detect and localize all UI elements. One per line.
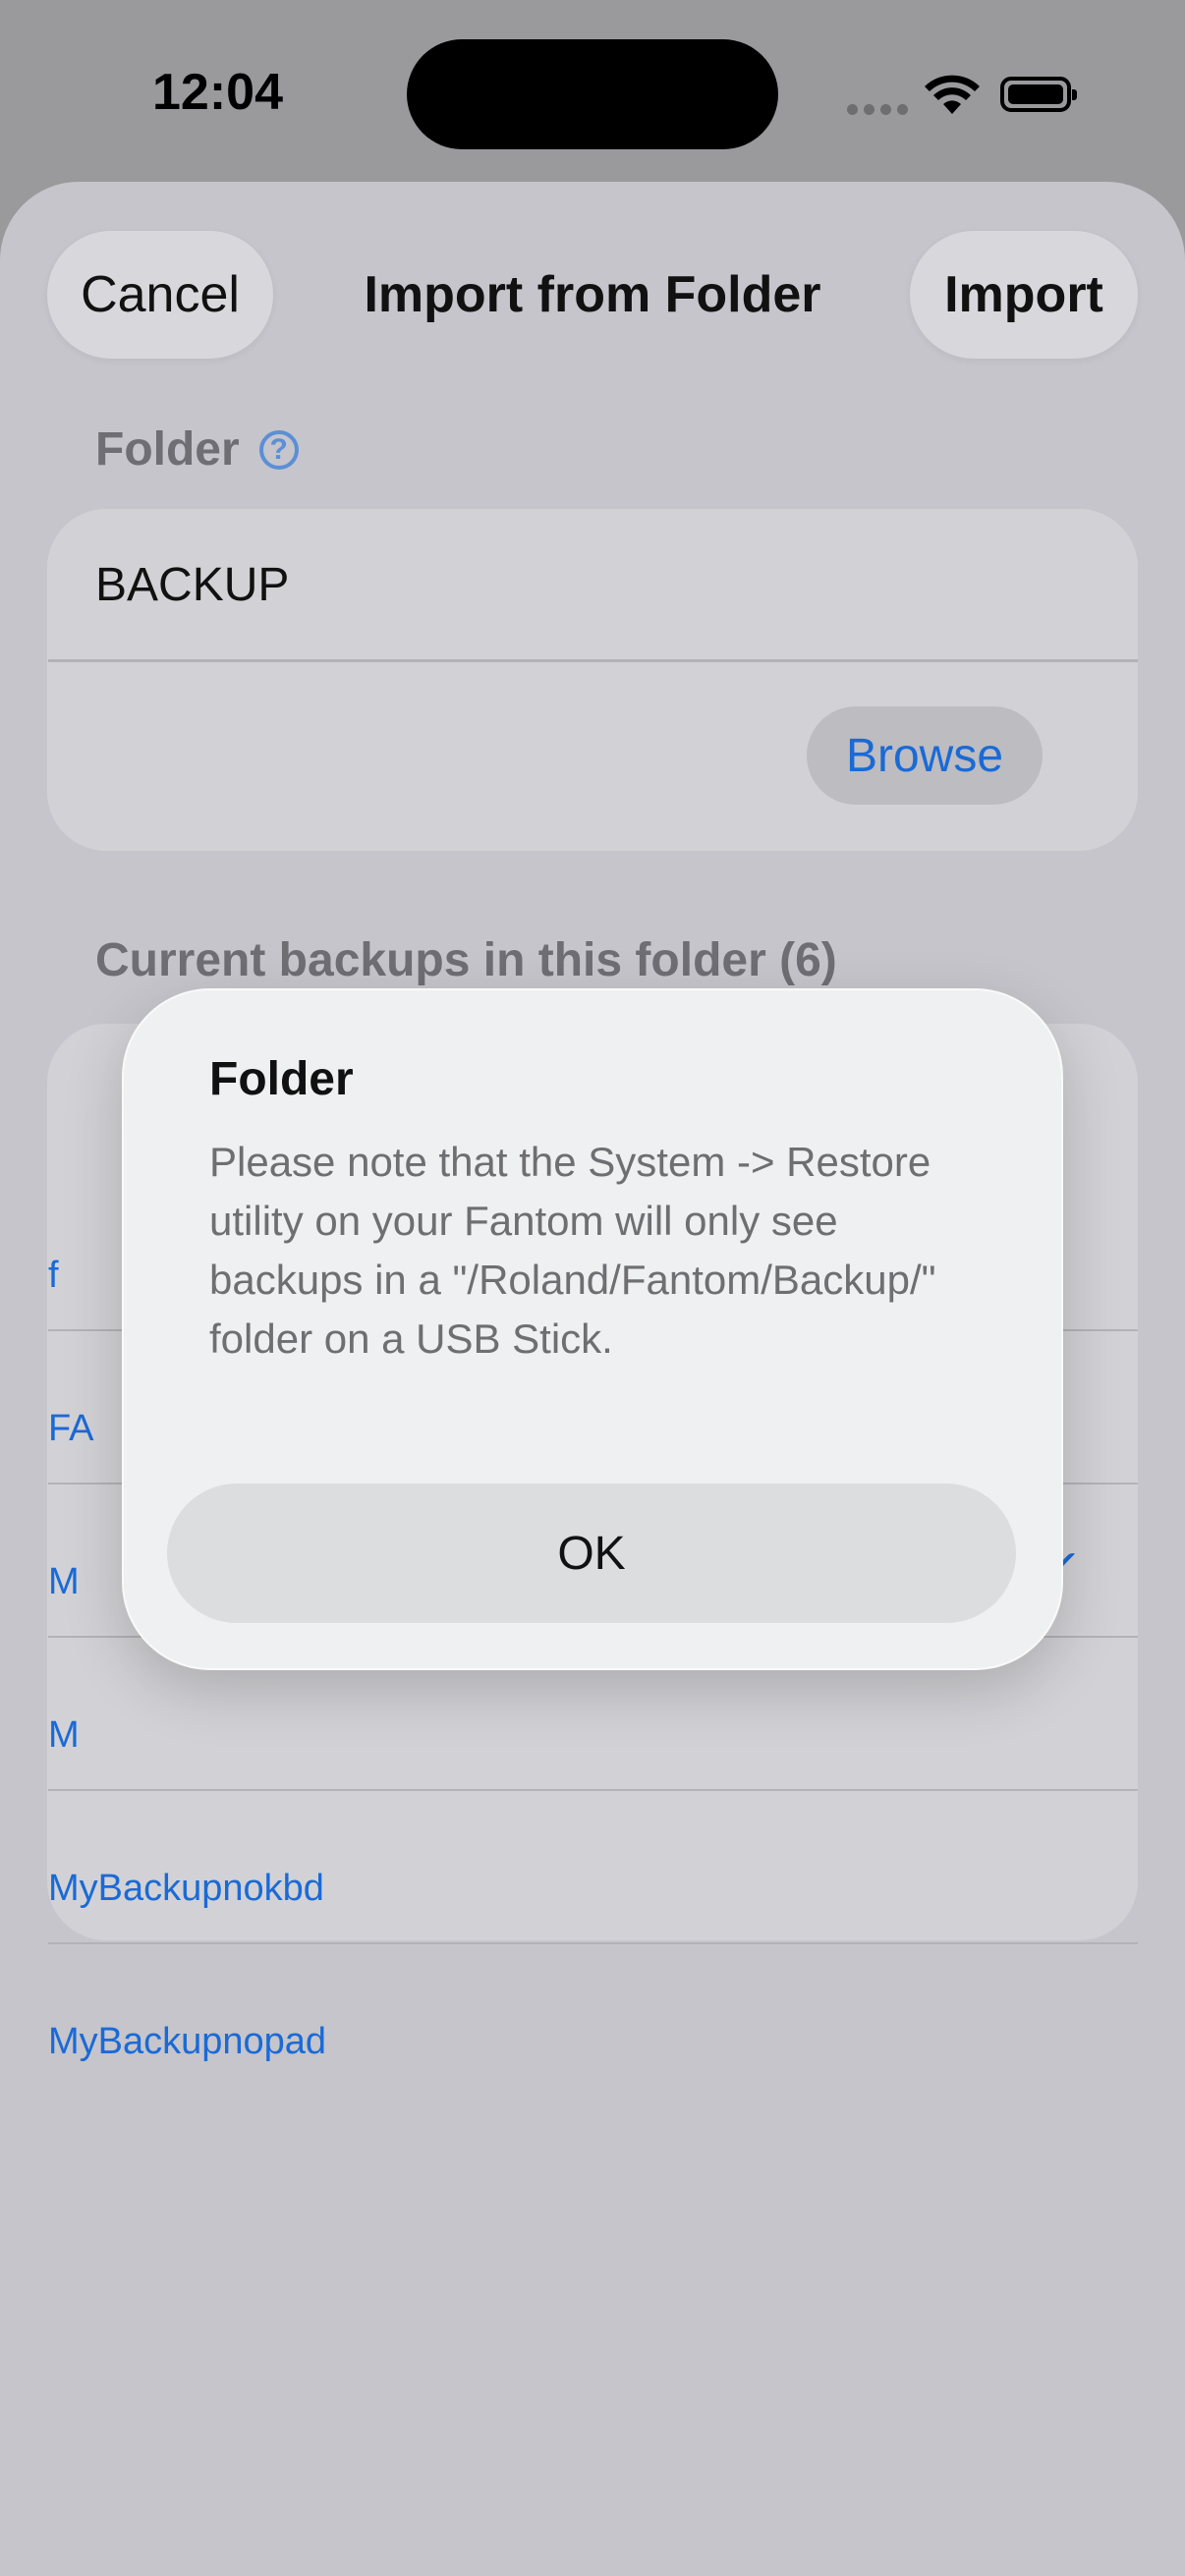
alert-dialog: Folder Please note that the System -> Re… <box>122 988 1063 1670</box>
alert-message: Please note that the System -> Restore u… <box>209 1139 936 1362</box>
alert-title: Folder <box>209 1053 354 1105</box>
screen: 12:04 Cancel Import from Folder Import F… <box>0 0 1185 2576</box>
ok-button[interactable]: OK <box>167 1484 1016 1623</box>
